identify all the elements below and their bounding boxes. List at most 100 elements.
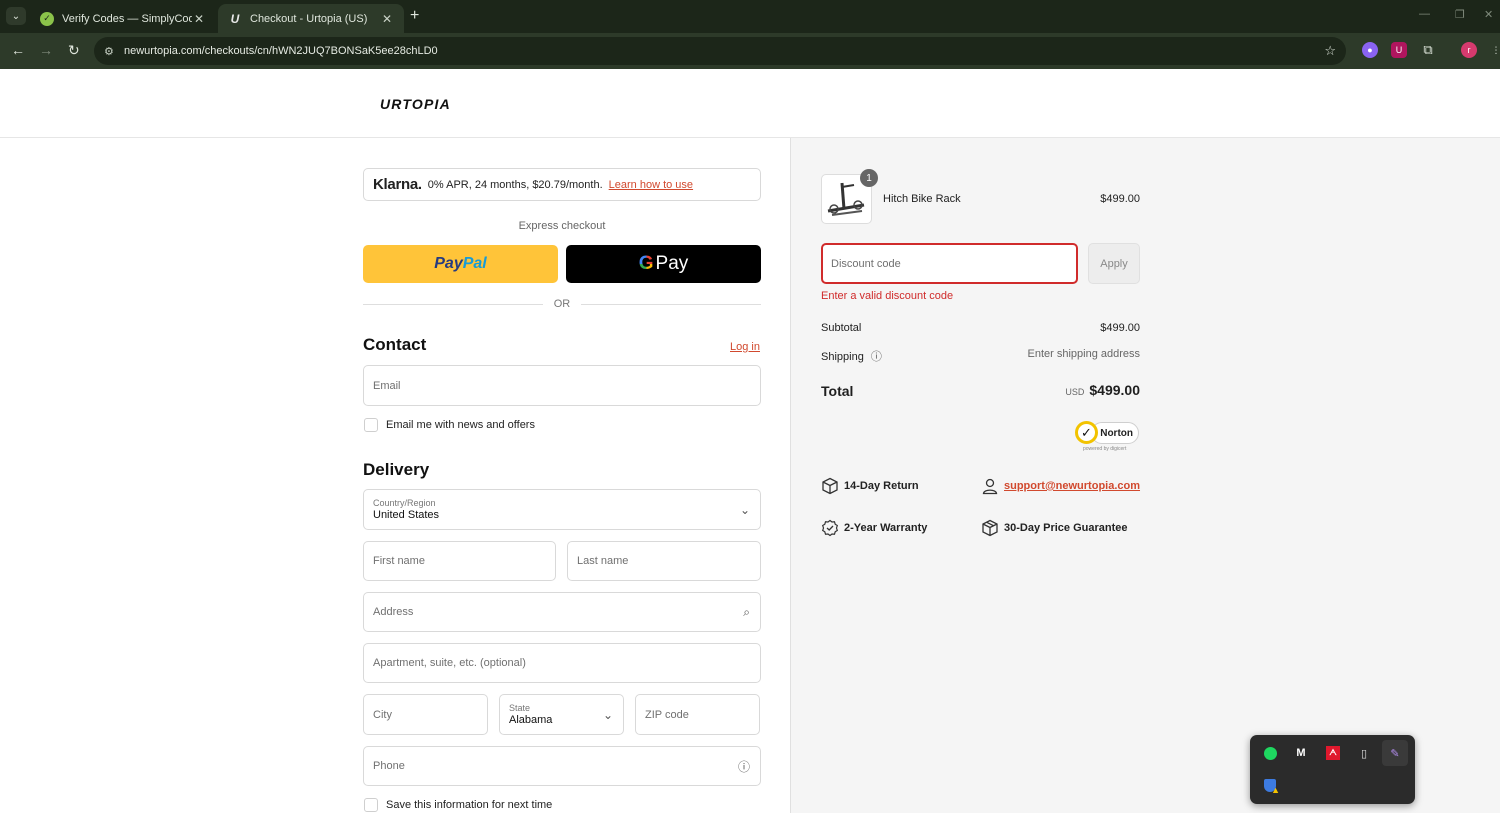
extensions-puzzle-icon[interactable]: ⧉ [1420, 42, 1436, 58]
zip-field[interactable]: ZIP code [635, 694, 760, 735]
total-label: Total [821, 383, 854, 399]
minimize-icon[interactable]: — [1419, 8, 1430, 20]
city-placeholder: City [373, 708, 392, 721]
support-email-link[interactable]: support@newurtopia.com [1004, 480, 1140, 492]
tab-search-button[interactable]: ⌄ [6, 7, 26, 25]
chevron-down-icon: ⌄ [739, 503, 750, 517]
newsletter-checkbox[interactable] [364, 418, 378, 432]
address-placeholder: Address [373, 606, 414, 618]
bookmark-star-icon[interactable]: ☆ [1324, 43, 1336, 59]
phone-placeholder: Phone [373, 760, 405, 772]
browser-chrome: ⌄ ✓ Verify Codes — SimplyCodes ✕ U Check… [0, 0, 1500, 69]
newsletter-label: Email me with news and offers [386, 419, 535, 431]
klarna-offer-text: 0% APR, 24 months, $20.79/month. [427, 178, 603, 191]
tab-title: Checkout - Urtopia (US) [250, 12, 368, 25]
google-pay-button[interactable]: G Pay [566, 245, 761, 283]
feature-support[interactable]: support@newurtopia.com [981, 477, 1140, 495]
user-support-icon [982, 478, 998, 495]
urtopia-logo[interactable]: URTOPIA [380, 96, 451, 112]
paypal-logo-pay: Pay [434, 255, 463, 272]
email-field[interactable]: Email [363, 365, 761, 406]
back-icon[interactable]: ← [11, 42, 25, 58]
address-bar[interactable]: ⚙ newurtopia.com/checkouts/cn/hWN2JUQ7BO… [94, 37, 1346, 65]
email-placeholder: Email [373, 379, 401, 392]
country-select[interactable]: Country/Region United States ⌄ [363, 489, 761, 530]
close-window-icon[interactable]: ✕ [1484, 8, 1493, 21]
close-tab-icon[interactable]: ✕ [380, 12, 394, 26]
chevron-down-icon: ⌄ [602, 708, 613, 722]
first-name-field[interactable]: First name [363, 541, 556, 581]
forward-icon[interactable]: → [39, 42, 53, 58]
norton-seal[interactable]: Norton ✓ powered by digicert [1075, 418, 1140, 455]
extension-purple-icon[interactable]: ● [1362, 42, 1378, 58]
quantity-badge: 1 [860, 169, 878, 187]
restore-icon[interactable]: ❐ [1455, 8, 1465, 21]
help-circle-icon[interactable]: ⓘ [871, 351, 882, 363]
contact-heading: Contact [363, 335, 427, 354]
urtopia-favicon-icon: U [230, 11, 240, 26]
city-field[interactable]: City [363, 694, 488, 735]
klarna-learn-link[interactable]: Learn how to use [609, 179, 693, 191]
tab-checkout[interactable]: U Checkout - Urtopia (US) ✕ [218, 4, 404, 33]
apartment-placeholder: Apartment, suite, etc. (optional) [373, 657, 526, 669]
shipping-label: Shipping ⓘ [821, 348, 882, 364]
usb-drive-icon[interactable]: ▯ [1351, 740, 1377, 766]
save-info-label: Save this information for next time [386, 799, 553, 811]
browser-menu-icon[interactable]: ⋮ [1488, 42, 1500, 58]
first-name-placeholder: First name [373, 555, 425, 567]
gmail-icon[interactable]: M [1288, 740, 1314, 766]
klarna-logo: Klarna. [373, 176, 422, 193]
feature-price-guarantee: 30-Day Price Guarantee [981, 519, 1128, 537]
tab-title: Verify Codes — SimplyCodes [62, 12, 192, 25]
pen-icon[interactable]: ✎ [1382, 740, 1408, 766]
state-value: Alabama [509, 714, 553, 726]
discount-placeholder: Discount code [831, 257, 901, 270]
apartment-field[interactable]: Apartment, suite, etc. (optional) [363, 643, 761, 683]
last-name-field[interactable]: Last name [567, 541, 761, 581]
extension-shield-icon[interactable]: U [1391, 42, 1407, 58]
subtotal-value: $499.00 [1100, 322, 1140, 334]
express-checkout-label: Express checkout [518, 220, 606, 232]
discount-error: Enter a valid discount code [821, 290, 954, 302]
delivery-heading: Delivery [363, 460, 430, 479]
store-header: URTOPIA [0, 69, 1500, 138]
discount-code-field[interactable]: Discount code [821, 243, 1078, 284]
address-field[interactable]: Address ⌕ [363, 592, 761, 632]
country-value: United States [373, 509, 440, 521]
security-warning-icon[interactable]: ▲ [1257, 772, 1283, 798]
site-info-icon[interactable]: ⚙ [104, 45, 120, 58]
paypal-button[interactable]: Pay Pal [363, 245, 558, 283]
apply-button[interactable]: Apply [1088, 243, 1140, 284]
reload-icon[interactable]: ↻ [68, 42, 80, 59]
tab-simplycodes[interactable]: ✓ Verify Codes — SimplyCodes ✕ [30, 4, 216, 33]
state-label: State [509, 703, 531, 713]
or-divider: OR [363, 298, 761, 310]
system-tray-popup: M ᗅ ▯ ✎ ▲ [1250, 735, 1415, 804]
new-tab-button[interactable]: + [410, 7, 419, 25]
google-g-icon: G [638, 253, 654, 274]
google-pay-label: Pay [655, 253, 689, 274]
state-select[interactable]: State Alabama ⌄ [499, 694, 624, 735]
box-guarantee-icon [982, 519, 998, 537]
total-value: $499.00 [1089, 382, 1140, 398]
warranty-badge-icon [821, 519, 839, 537]
tab-strip: ⌄ ✓ Verify Codes — SimplyCodes ✕ U Check… [0, 0, 1500, 33]
zip-placeholder: ZIP code [645, 708, 689, 721]
product-price: $499.00 [1100, 193, 1140, 205]
feature-warranty: 2-Year Warranty [821, 519, 927, 537]
phone-field[interactable]: Phone ⓘ [363, 746, 761, 786]
feature-label: 2-Year Warranty [844, 522, 928, 534]
profile-avatar[interactable]: r [1461, 42, 1477, 58]
simplycodes-favicon-icon: ✓ [40, 11, 54, 26]
amd-icon[interactable]: ᗅ [1320, 740, 1346, 766]
close-tab-icon[interactable]: ✕ [192, 12, 206, 26]
total-amount: USD $499.00 [1065, 382, 1140, 398]
help-circle-icon[interactable]: ⓘ [738, 758, 750, 775]
search-icon: ⌕ [743, 604, 750, 619]
login-link[interactable]: Log in [730, 341, 760, 353]
save-info-checkbox[interactable] [364, 798, 378, 812]
shipping-value: Enter shipping address [1027, 348, 1140, 360]
spotify-icon[interactable] [1257, 740, 1283, 766]
feature-label: 14-Day Return [844, 480, 919, 492]
subtotal-label: Subtotal [821, 322, 862, 334]
